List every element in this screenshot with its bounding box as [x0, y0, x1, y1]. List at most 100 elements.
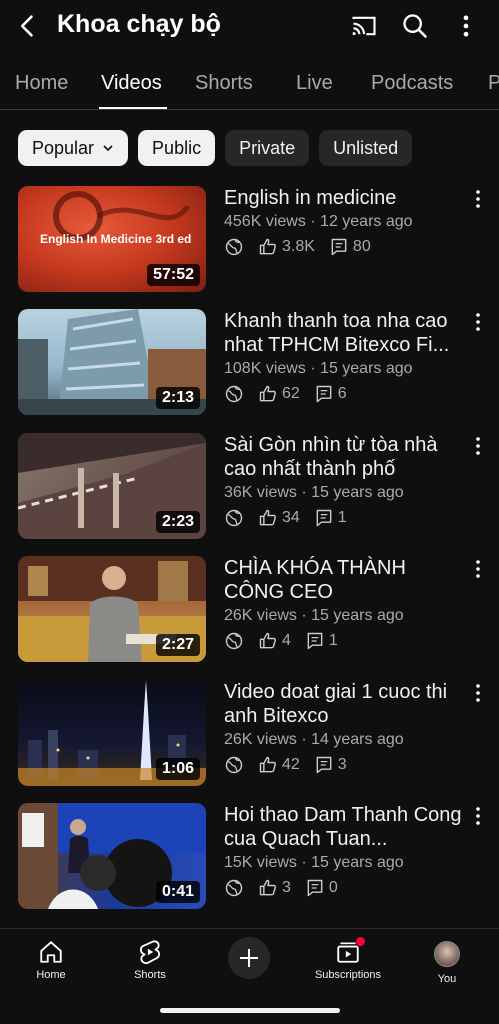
nav-you[interactable]: You: [402, 935, 492, 985]
tab-live[interactable]: Live: [296, 72, 333, 95]
chip-unlisted[interactable]: Unlisted: [319, 130, 413, 166]
video-stats: 62 6: [224, 384, 464, 404]
nav-subscriptions[interactable]: Subscriptions: [303, 935, 393, 981]
thumbs-up-icon: [259, 509, 276, 526]
video-title[interactable]: Video doat giai 1 cuoc thi anh Bitexco: [224, 680, 464, 728]
thumbs-up-icon: [259, 385, 276, 402]
globe-icon: [225, 385, 243, 403]
video-stats: 42 3: [224, 755, 464, 775]
video-item[interactable]: English In Medicine 3rd ed 57:52 English…: [18, 186, 488, 292]
video-title[interactable]: Khanh thanh toa nha cao nhat TPHCM Bitex…: [224, 309, 464, 357]
video-thumbnail[interactable]: 2:23: [18, 433, 206, 539]
video-menu-icon[interactable]: [470, 558, 486, 580]
chip-label: Popular: [32, 137, 95, 158]
video-menu-icon[interactable]: [470, 435, 486, 457]
video-item[interactable]: 2:23 Sài Gòn nhìn từ tòa nhà cao nhất th…: [18, 433, 488, 539]
tab-overflow[interactable]: P: [488, 72, 499, 95]
video-info: Hoi thao Dam Thanh Cong cua Quach Tuan..…: [224, 803, 464, 898]
comment-icon: [316, 385, 332, 403]
like-count: 62: [282, 385, 300, 402]
video-meta: 108K views · 15 years ago: [224, 360, 413, 377]
back-arrow-icon[interactable]: [14, 12, 42, 40]
video-info: Video doat giai 1 cuoc thi anh Bitexco 2…: [224, 680, 464, 775]
video-item[interactable]: 2:13 Khanh thanh toa nha cao nhat TPHCM …: [18, 309, 488, 415]
video-thumbnail[interactable]: English In Medicine 3rd ed 57:52: [18, 186, 206, 292]
nav-you-label: You: [437, 973, 457, 985]
home-icon: [40, 941, 62, 963]
tab-shorts[interactable]: Shorts: [195, 72, 253, 95]
thumbs-up-icon: [259, 238, 276, 255]
notification-dot: [356, 937, 365, 946]
video-title[interactable]: CHÌA KHÓA THÀNH CÔNG CEO: [224, 556, 464, 604]
video-title[interactable]: Hoi thao Dam Thanh Cong cua Quach Tuan..…: [224, 803, 464, 851]
video-item[interactable]: 1:06 Video doat giai 1 cuoc thi anh Bite…: [18, 680, 488, 786]
video-menu-icon[interactable]: [470, 311, 486, 333]
home-indicator: [160, 1008, 340, 1013]
video-stats: 3.8K 80: [224, 237, 464, 257]
video-duration: 2:13: [155, 387, 200, 409]
tab-podcasts[interactable]: Podcasts: [371, 72, 453, 95]
subscriptions-icon-wrap: [335, 937, 365, 965]
video-thumbnail[interactable]: 1:06: [18, 680, 206, 786]
top-app-bar: Khoa chạy bộ: [0, 0, 499, 52]
video-item[interactable]: 0:41 Hoi thao Dam Thanh Cong cua Quach T…: [18, 803, 488, 909]
active-tab-indicator: [99, 107, 167, 109]
cast-icon[interactable]: [350, 12, 378, 40]
video-stats: 3 0: [224, 878, 464, 898]
globe-icon: [225, 509, 243, 527]
video-duration: 2:27: [155, 634, 200, 656]
channel-tabs: Home Videos Shorts Live Podcasts P: [0, 58, 499, 110]
video-meta: 26K views · 15 years ago: [224, 607, 404, 624]
like-count: 3: [282, 879, 291, 896]
comment-count: 1: [328, 632, 338, 649]
thumbnail-caption: English In Medicine 3rd ed: [40, 232, 192, 246]
comment-icon: [316, 509, 332, 527]
nav-shorts-label: Shorts: [134, 969, 166, 981]
video-meta: 456K views · 12 years ago: [224, 213, 413, 230]
chip-private[interactable]: Private: [225, 130, 310, 166]
chip-public[interactable]: Public: [138, 130, 216, 166]
thumbs-up-icon: [259, 756, 276, 773]
video-duration: 2:23: [155, 511, 200, 533]
video-thumbnail[interactable]: 2:13: [18, 309, 206, 415]
video-info: CHÌA KHÓA THÀNH CÔNG CEO 26K views · 15 …: [224, 556, 464, 651]
video-duration: 0:41: [155, 881, 200, 903]
video-duration: 57:52: [147, 264, 200, 286]
create-button[interactable]: [228, 937, 270, 979]
like-count: 3.8K: [282, 238, 315, 255]
video-menu-icon[interactable]: [470, 805, 486, 827]
video-info: Khanh thanh toa nha cao nhat TPHCM Bitex…: [224, 309, 464, 404]
video-thumbnail[interactable]: 0:41: [18, 803, 206, 909]
tab-videos[interactable]: Videos: [101, 72, 162, 95]
video-stats: 34 1: [224, 508, 464, 528]
video-info: Sài Gòn nhìn từ tòa nhà cao nhất thành p…: [224, 433, 464, 528]
comment-icon: [307, 879, 323, 897]
video-title[interactable]: English in medicine: [224, 186, 464, 210]
like-count: 4: [282, 632, 291, 649]
nav-home-label: Home: [36, 969, 66, 981]
video-menu-icon[interactable]: [470, 682, 486, 704]
video-item[interactable]: 2:27 CHÌA KHÓA THÀNH CÔNG CEO 26K views …: [18, 556, 488, 662]
tab-home[interactable]: Home: [15, 72, 68, 95]
video-menu-icon[interactable]: [470, 188, 486, 210]
video-meta: 15K views · 15 years ago: [224, 854, 404, 871]
like-count: 42: [282, 756, 300, 773]
video-info: English in medicine 456K views · 12 year…: [224, 186, 464, 257]
video-meta: 26K views · 14 years ago: [224, 731, 404, 748]
more-options-icon[interactable]: [452, 12, 480, 40]
comment-count: 3: [337, 756, 347, 773]
search-icon[interactable]: [401, 12, 429, 40]
comment-count: 1: [337, 509, 347, 526]
comment-icon: [316, 756, 332, 774]
video-meta: 36K views · 15 years ago: [224, 484, 404, 501]
video-thumbnail[interactable]: 2:27: [18, 556, 206, 662]
thumbs-up-icon: [259, 632, 276, 649]
nav-home[interactable]: Home: [6, 935, 96, 981]
chip-popular[interactable]: Popular: [18, 130, 129, 166]
video-title[interactable]: Sài Gòn nhìn từ tòa nhà cao nhất thành p…: [224, 433, 464, 481]
comment-count: 0: [328, 879, 338, 896]
nav-shorts[interactable]: Shorts: [105, 935, 195, 981]
filter-chips: Popular Public Private Unlisted: [18, 130, 413, 166]
chevron-down-icon: [103, 145, 113, 152]
globe-icon: [225, 238, 243, 256]
